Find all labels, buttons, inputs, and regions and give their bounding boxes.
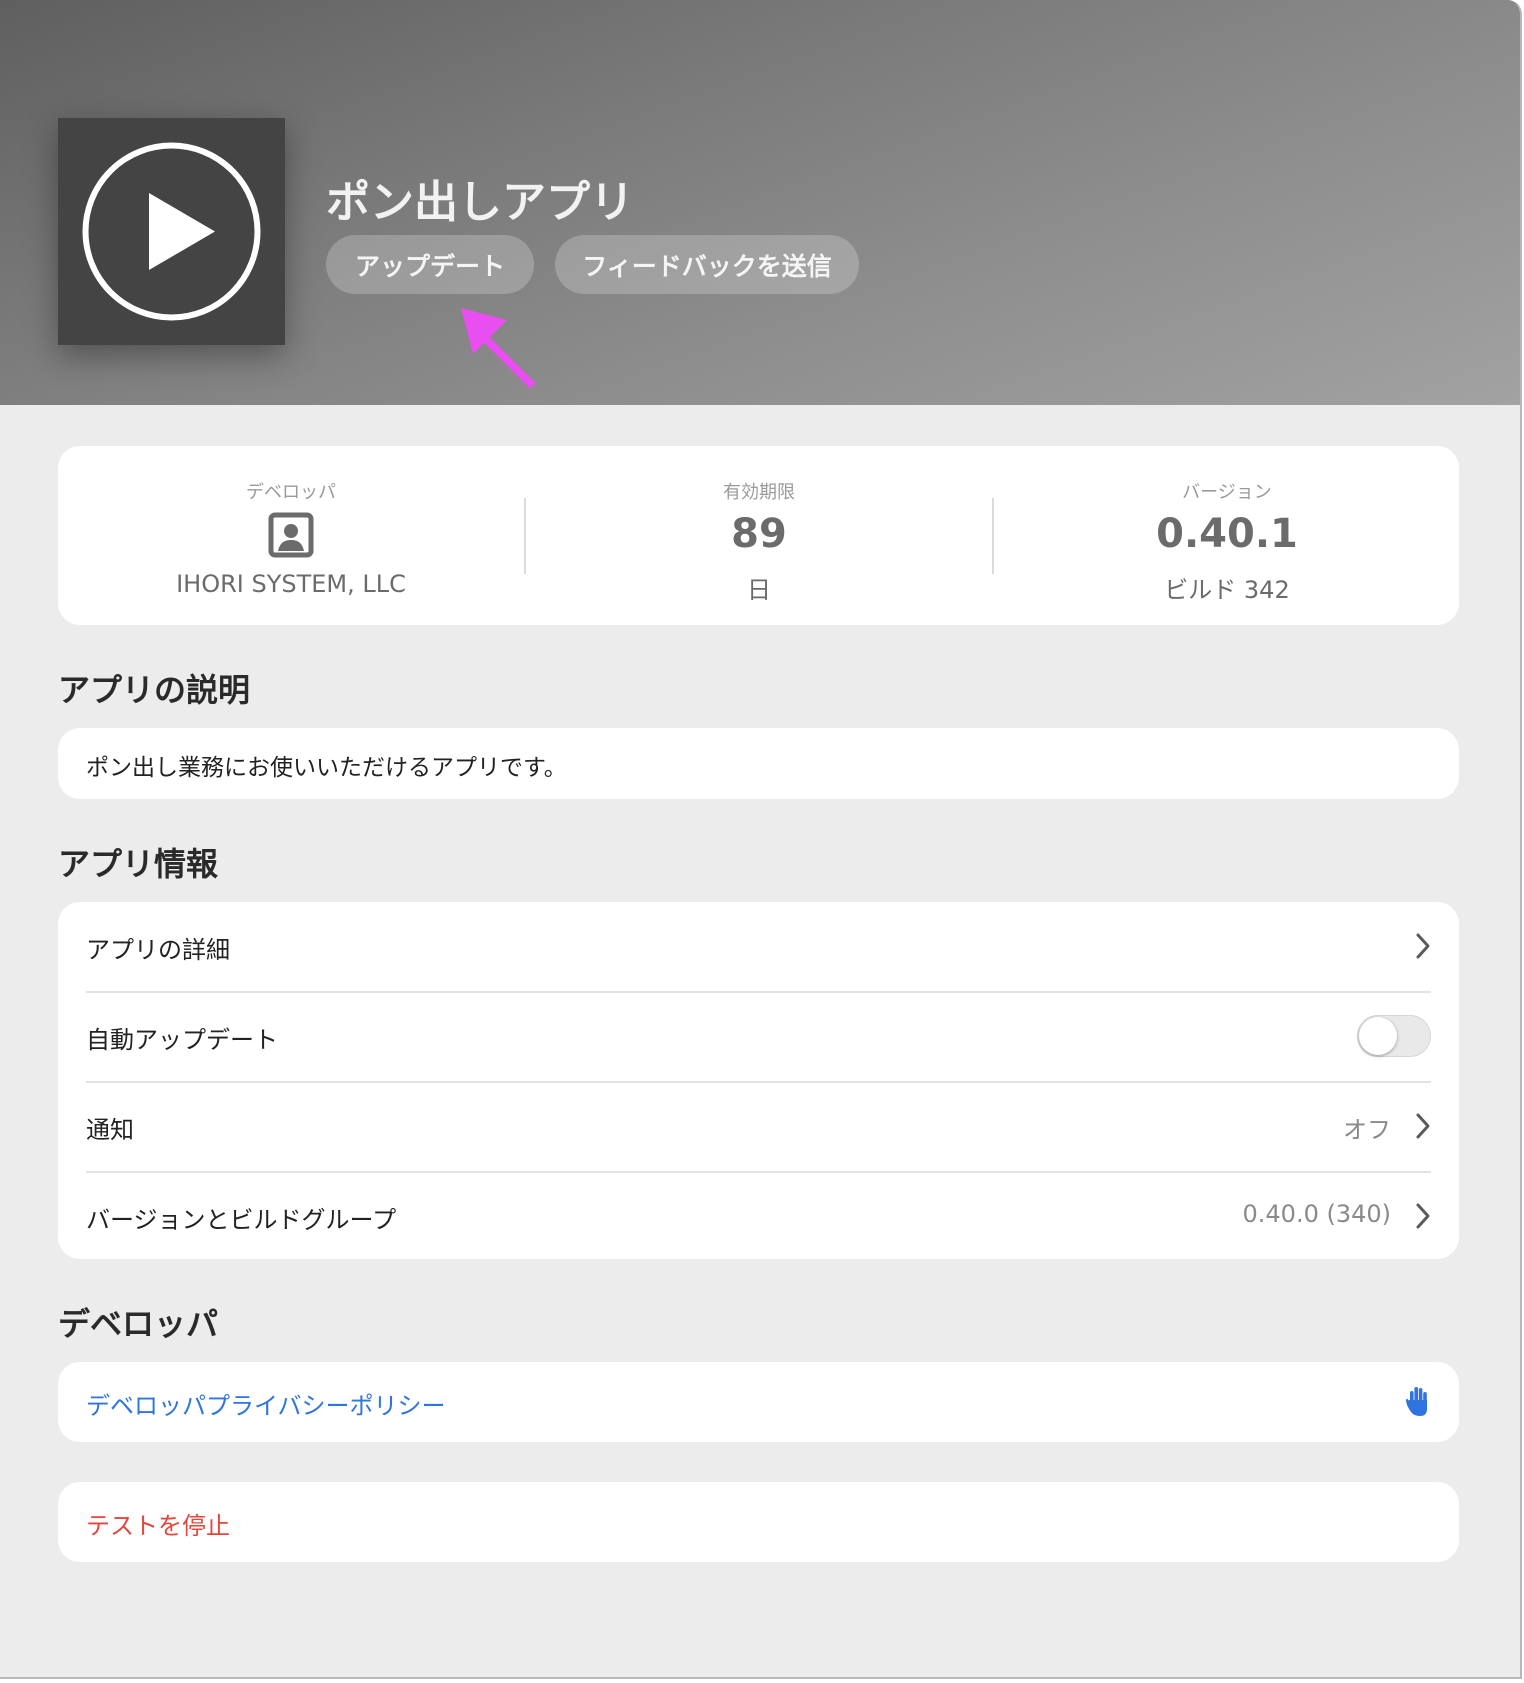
play-circle-icon: [82, 142, 261, 321]
row-label: 自動アップデート: [86, 1026, 278, 1054]
description-text: ポン出し業務にお使いいただけるアプリです。: [86, 755, 567, 781]
app-details-row[interactable]: アプリの詳細: [86, 902, 1431, 993]
expiry-stat-label: 有効期限: [723, 482, 795, 503]
description-section-title: アプリの説明: [58, 671, 251, 709]
auto-update-toggle[interactable]: [1357, 1015, 1431, 1057]
privacy-card: デベロッパプライバシーポリシー: [58, 1362, 1459, 1442]
build-group-value: 0.40.0 (340): [1242, 1200, 1392, 1228]
send-feedback-button[interactable]: フィードバックを送信: [555, 235, 859, 294]
toggle-knob: [1359, 1017, 1397, 1055]
build-number: ビルド 342: [1164, 576, 1290, 604]
chevron-right-icon: [1416, 933, 1430, 959]
developer-privacy-policy-link[interactable]: デベロッパプライバシーポリシー: [86, 1386, 446, 1421]
app-icon: [58, 118, 285, 345]
developer-stat-label: デベロッパ: [246, 482, 336, 503]
app-window: ポン出しアプリ アップデート フィードバックを送信 デベロッパ IHORI SY…: [0, 0, 1522, 1679]
developer-section-title: デベロッパ: [58, 1305, 219, 1343]
version-value: 0.40.1: [1156, 511, 1298, 557]
row-label: 通知: [86, 1116, 134, 1144]
row-label: アプリの詳細: [86, 936, 230, 964]
stop-testing-button[interactable]: テストを停止: [86, 1506, 230, 1541]
stop-test-card: テストを停止: [58, 1482, 1459, 1562]
hand-raised-icon: [1406, 1387, 1427, 1416]
summary-card: デベロッパ IHORI SYSTEM, LLC 有効期限 89 日 バージョン …: [58, 446, 1459, 625]
expiry-stat: 有効期限 89 日: [526, 446, 992, 625]
arrow-pointer-icon: [461, 308, 536, 389]
chevron-right-icon: [1416, 1113, 1430, 1139]
expiry-unit: 日: [747, 576, 771, 604]
expiry-days-value: 89: [731, 511, 787, 557]
chevron-right-icon: [1416, 1203, 1430, 1229]
app-info-section-title: アプリ情報: [58, 845, 219, 883]
developer-name: IHORI SYSTEM, LLC: [176, 570, 406, 598]
description-card: ポン出し業務にお使いいただけるアプリです。: [58, 728, 1459, 799]
person-badge-icon: [268, 512, 314, 558]
app-header: ポン出しアプリ アップデート フィードバックを送信: [0, 0, 1520, 405]
version-build-group-row[interactable]: バージョンとビルドグループ 0.40.0 (340): [86, 1172, 1431, 1261]
row-label: バージョンとビルドグループ: [86, 1206, 397, 1234]
app-info-card: アプリの詳細 自動アップデート 通知 オフ バージョンとビルドグループ 0.40…: [58, 902, 1459, 1259]
developer-stat: デベロッパ IHORI SYSTEM, LLC: [58, 446, 524, 625]
version-stat-label: バージョン: [1182, 482, 1272, 503]
notifications-row[interactable]: 通知 オフ: [86, 1082, 1431, 1173]
version-stat: バージョン 0.40.1 ビルド 342: [994, 446, 1460, 625]
notifications-value: オフ: [1343, 1116, 1391, 1144]
update-button[interactable]: アップデート: [326, 235, 534, 294]
auto-update-row: 自動アップデート: [86, 992, 1431, 1083]
app-title: ポン出しアプリ: [326, 177, 634, 228]
